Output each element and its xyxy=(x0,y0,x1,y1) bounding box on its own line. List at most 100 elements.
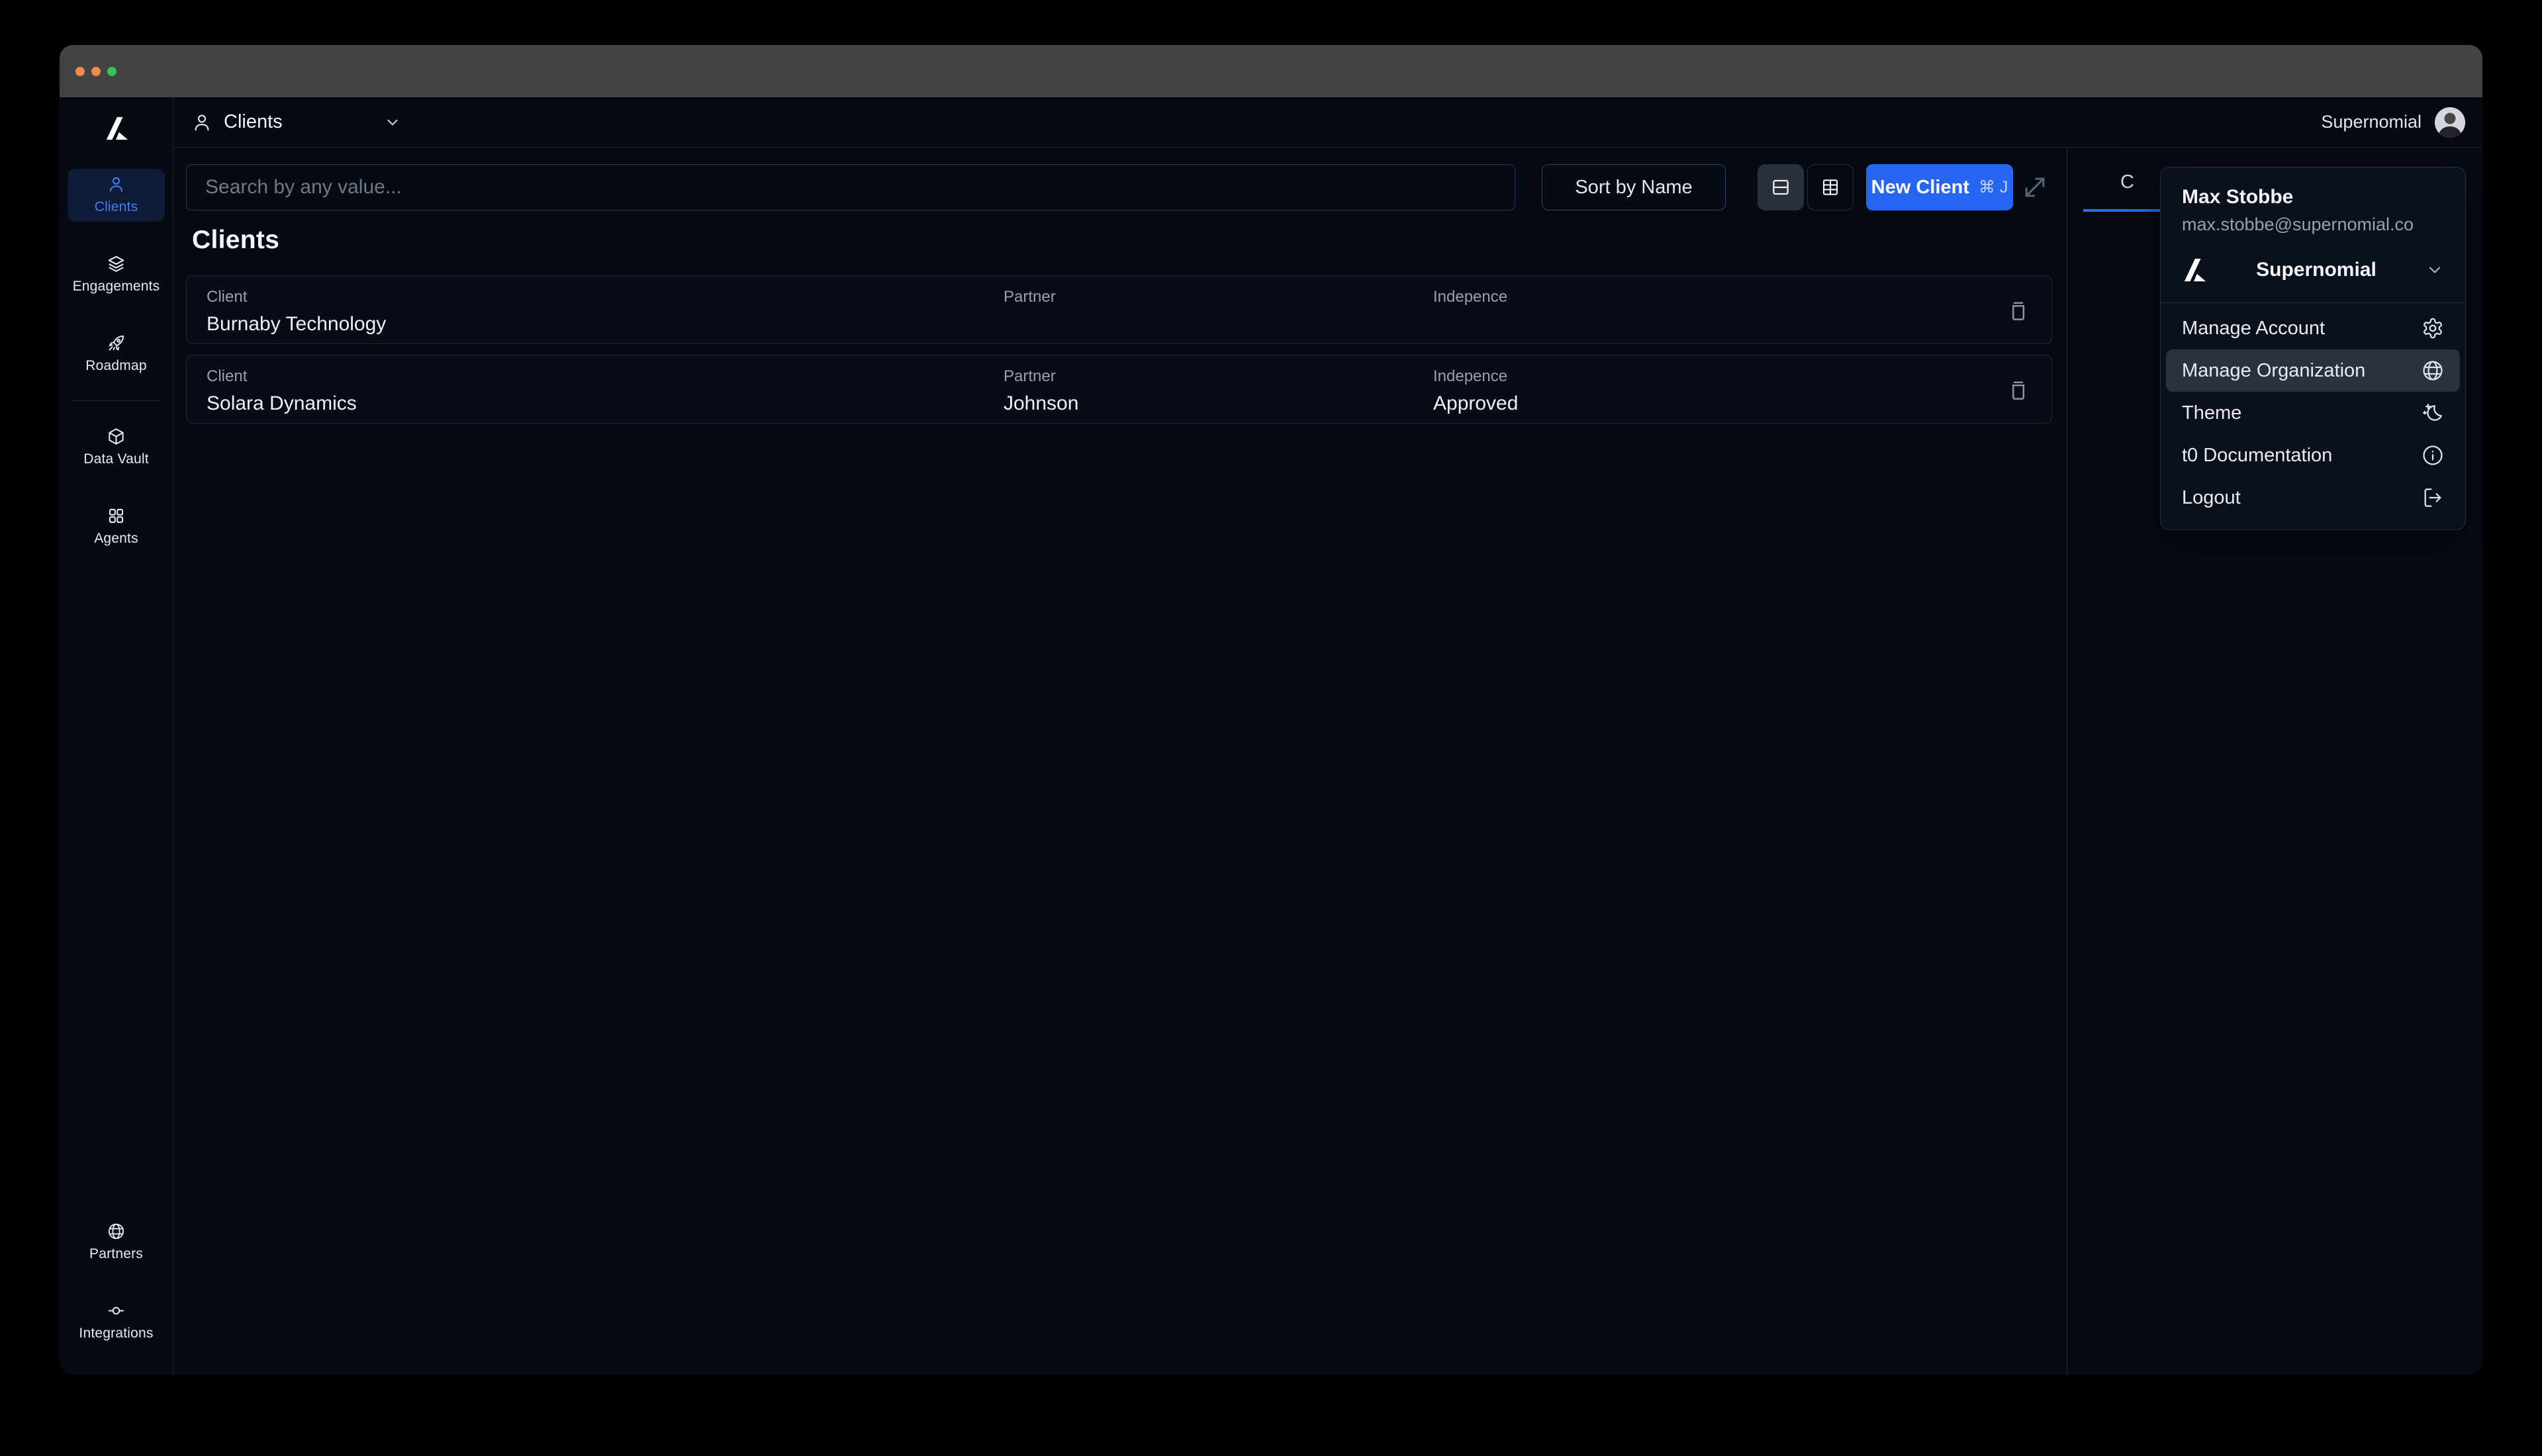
sidebar: Clients Engagements xyxy=(60,97,173,1375)
header-org-name: Supernomial xyxy=(2321,112,2422,132)
trash-icon xyxy=(2006,298,2030,322)
trash-icon xyxy=(2006,378,2030,402)
sort-button[interactable]: Sort by Name xyxy=(1542,164,1726,210)
sidebar-item-label: Roadmap xyxy=(85,358,146,374)
menu-item-logout[interactable]: Logout xyxy=(2166,477,2460,519)
person-icon xyxy=(107,175,125,193)
page-title: Clients xyxy=(192,226,279,255)
sidebar-item-clients[interactable]: Clients xyxy=(68,169,165,222)
indepence-cell: Indepence Approved xyxy=(1433,367,1518,415)
maximize-button[interactable] xyxy=(107,67,117,76)
user-name: Max Stobbe xyxy=(2182,186,2444,208)
traffic-lights xyxy=(75,67,117,76)
new-client-label: New Client xyxy=(1871,177,1969,199)
rows-view-icon xyxy=(1770,177,1791,198)
workspace-switcher-label: Clients xyxy=(224,111,384,133)
workspace-switcher[interactable]: Clients xyxy=(192,111,401,133)
sidebar-item-label: Agents xyxy=(94,531,138,547)
column-label: Indepence xyxy=(1433,288,1507,306)
window-titlebar xyxy=(60,45,2482,97)
app-window: Clients Engagements xyxy=(60,45,2482,1375)
globe-icon xyxy=(2422,359,2444,382)
column-label: Partner xyxy=(1004,367,1078,386)
clipped-tab-label[interactable]: C xyxy=(2120,171,2134,193)
sidebar-item-data-vault[interactable]: Data Vault xyxy=(68,421,165,474)
chevron-down-icon xyxy=(2425,261,2444,279)
info-icon xyxy=(2422,444,2444,467)
client-card[interactable]: Client Solara Dynamics Partner Johnson I… xyxy=(186,355,2052,424)
client-card[interactable]: Client Burnaby Technology Partner Indepe… xyxy=(186,275,2052,344)
menu-item-label: Manage Organization xyxy=(2182,360,2365,382)
person-icon xyxy=(192,113,212,132)
column-label: Client xyxy=(207,288,386,306)
org-logo xyxy=(2182,257,2207,283)
rocket-icon xyxy=(107,334,125,352)
chevron-down-icon xyxy=(384,114,401,131)
partner-value xyxy=(1004,313,1056,336)
sidebar-item-label: Integrations xyxy=(79,1326,153,1342)
expand-icon[interactable] xyxy=(2020,173,2049,202)
new-client-button[interactable]: New Client ⌘ J xyxy=(1866,164,2013,210)
indepence-value xyxy=(1433,313,1507,336)
client-list: Client Burnaby Technology Partner Indepe… xyxy=(186,275,2052,424)
top-header: Clients Supernomial xyxy=(173,97,2482,148)
sort-button-label: Sort by Name xyxy=(1575,177,1692,199)
menu-item-theme[interactable]: Theme xyxy=(2166,392,2460,434)
sidebar-footer-nav: Partners Integrations xyxy=(68,1216,165,1348)
menu-item-manage-account[interactable]: Manage Account xyxy=(2166,307,2460,349)
close-button[interactable] xyxy=(75,67,85,76)
app-logo xyxy=(60,97,173,141)
delete-client-button[interactable] xyxy=(2004,375,2033,404)
sidebar-divider xyxy=(73,400,160,401)
user-menu-header: Max Stobbe max.stobbe@supernomial.co xyxy=(2161,167,2465,235)
sidebar-item-label: Partners xyxy=(89,1246,143,1262)
right-panel: C Max Stobbe max.stobbe@supernomial.co xyxy=(2067,148,2482,1375)
sidebar-item-agents[interactable]: Agents xyxy=(68,500,165,553)
search-input[interactable] xyxy=(186,164,1515,210)
column-label: Indepence xyxy=(1433,367,1518,386)
client-cell: Client Solara Dynamics xyxy=(207,367,357,415)
main-content: Sort by Name xyxy=(173,148,2067,1375)
menu-item-manage-organization[interactable]: Manage Organization xyxy=(2166,349,2460,392)
layers-icon xyxy=(107,255,125,273)
org-switcher[interactable]: Supernomial xyxy=(2182,255,2444,285)
sidebar-nav: Clients Engagements xyxy=(68,169,165,553)
indepence-cell: Indepence xyxy=(1433,288,1507,336)
user-email: max.stobbe@supernomial.co xyxy=(2182,214,2444,235)
user-menu-list: Manage Account Manage Organization xyxy=(2161,303,2465,519)
globe-icon xyxy=(107,1222,125,1240)
client-name: Solara Dynamics xyxy=(207,392,357,415)
cube-icon xyxy=(107,428,125,445)
sidebar-item-roadmap[interactable]: Roadmap xyxy=(68,328,165,381)
grid-icon xyxy=(107,507,125,525)
menu-item-label: Logout xyxy=(2182,487,2241,509)
sidebar-item-label: Data Vault xyxy=(83,451,149,467)
partner-cell: Partner Johnson xyxy=(1004,367,1078,415)
minimize-button[interactable] xyxy=(91,67,101,76)
user-dropdown-menu: Max Stobbe max.stobbe@supernomial.co Sup… xyxy=(2160,167,2466,530)
new-client-shortcut: ⌘ J xyxy=(1979,177,2008,197)
delete-client-button[interactable] xyxy=(2004,296,2033,325)
menu-item-documentation[interactable]: t0 Documentation xyxy=(2166,434,2460,477)
logout-icon xyxy=(2422,486,2444,509)
table-view-toggle[interactable] xyxy=(1807,164,1854,210)
sidebar-item-integrations[interactable]: Integrations xyxy=(68,1295,165,1348)
table-view-icon xyxy=(1820,177,1841,198)
client-name: Burnaby Technology xyxy=(207,313,386,336)
menu-item-label: t0 Documentation xyxy=(2182,445,2332,467)
user-avatar[interactable] xyxy=(2435,107,2465,138)
rows-view-toggle[interactable] xyxy=(1758,164,1804,210)
menu-item-label: Manage Account xyxy=(2182,318,2325,340)
gear-icon xyxy=(2422,317,2444,340)
column-label: Client xyxy=(207,367,357,386)
partner-value: Johnson xyxy=(1004,392,1078,415)
active-tab-underline xyxy=(2083,209,2163,212)
menu-item-label: Theme xyxy=(2182,402,2241,424)
commit-node-icon xyxy=(107,1302,125,1320)
sidebar-item-label: Engagements xyxy=(73,279,160,295)
moon-stars-icon xyxy=(2422,402,2444,424)
sidebar-item-partners[interactable]: Partners xyxy=(68,1216,165,1269)
indepence-value: Approved xyxy=(1433,392,1518,415)
org-switcher-label: Supernomial xyxy=(2207,259,2425,281)
sidebar-item-engagements[interactable]: Engagements xyxy=(68,248,165,301)
